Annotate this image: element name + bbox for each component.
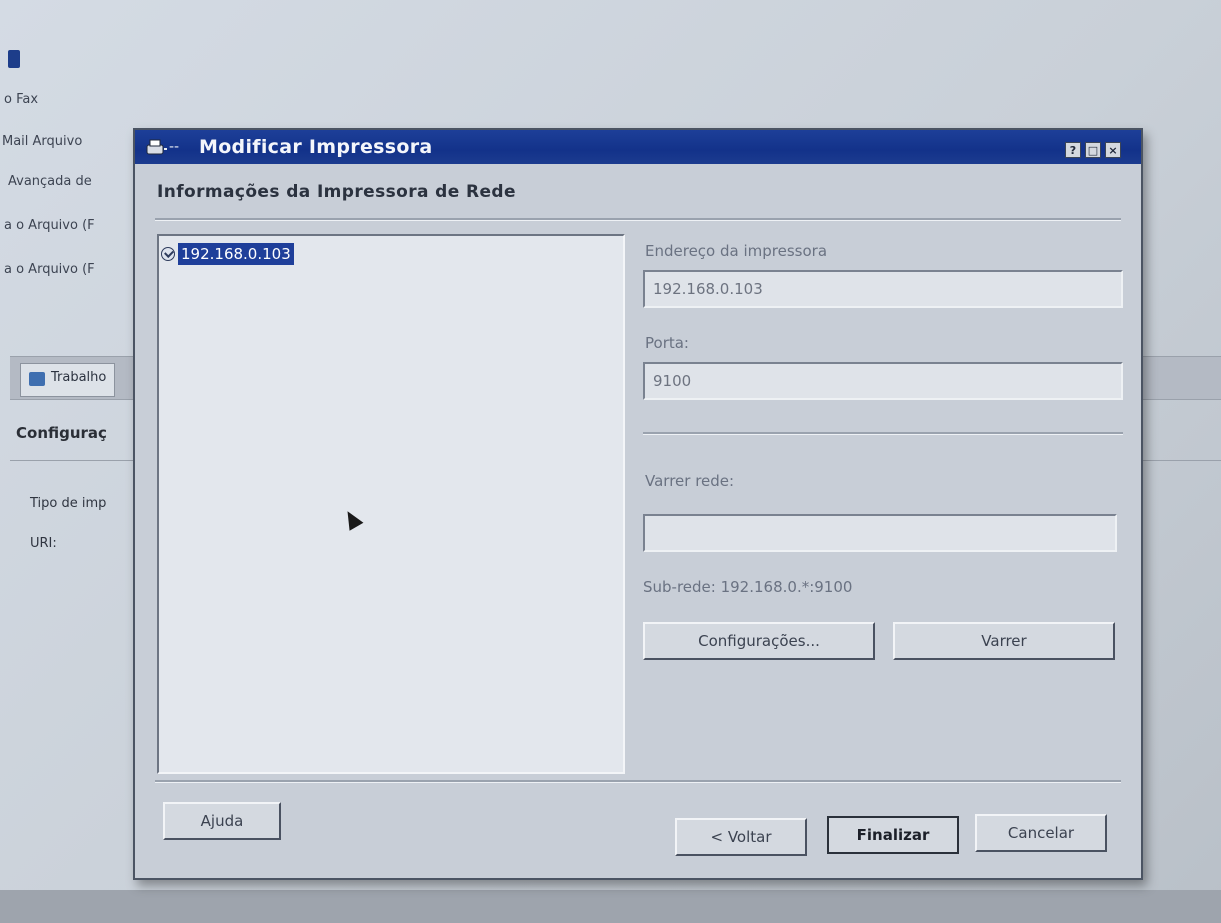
back-button[interactable]: < Voltar xyxy=(675,818,807,856)
help-title-button[interactable]: ? xyxy=(1065,142,1081,158)
background-section-title: Configuraç xyxy=(16,424,107,442)
port-field[interactable] xyxy=(643,362,1123,400)
finish-button[interactable]: Finalizar xyxy=(827,816,959,854)
network-printer-icon xyxy=(161,247,175,261)
port-label: Porta: xyxy=(645,334,689,352)
title-separator-icon: -- xyxy=(169,139,180,155)
background-list-item[interactable]: Avançada de xyxy=(8,174,92,189)
page-title: Informações da Impressora de Rede xyxy=(157,182,516,202)
background-list-item[interactable]: a o Arquivo (F xyxy=(4,262,95,277)
scan-divider xyxy=(643,432,1123,435)
scan-progress xyxy=(643,514,1117,552)
subnet-text: Sub-rede: 192.168.0.*:9100 xyxy=(643,578,853,596)
background-bottom-panel xyxy=(0,890,1221,923)
dialog-title: Modificar Impressora xyxy=(199,136,433,158)
address-label: Endereço da impressora xyxy=(645,242,828,260)
dialog-titlebar[interactable]: -- Modificar Impressora ? □ × xyxy=(135,130,1141,164)
address-field[interactable] xyxy=(643,270,1123,308)
list-item[interactable]: 192.168.0.103 xyxy=(161,242,294,266)
background-list-item[interactable]: Mail Arquivo xyxy=(2,134,82,149)
modify-printer-dialog: -- Modificar Impressora ? □ × Informaçõe… xyxy=(133,128,1143,880)
app-icon xyxy=(8,50,20,68)
background-field-label: Tipo de imp xyxy=(30,496,107,511)
list-item-label: 192.168.0.103 xyxy=(178,243,294,265)
background-list-item[interactable]: a o Arquivo (F xyxy=(4,218,95,233)
background-list-item[interactable]: o Fax xyxy=(4,92,38,107)
scan-button[interactable]: Varrer xyxy=(893,622,1115,660)
header-divider xyxy=(155,218,1121,221)
close-button[interactable]: × xyxy=(1105,142,1121,158)
printer-list[interactable]: 192.168.0.103 xyxy=(157,234,625,774)
settings-button[interactable]: Configurações... xyxy=(643,622,875,660)
tab-jobs[interactable]: Trabalho xyxy=(20,363,116,397)
printer-wizard-icon xyxy=(146,139,167,155)
cancel-button[interactable]: Cancelar xyxy=(975,814,1107,852)
tab-jobs-label: Trabalho xyxy=(51,370,107,385)
printer-jobs-icon xyxy=(29,372,45,386)
scan-label: Varrer rede: xyxy=(645,472,735,490)
background-field-label: URI: xyxy=(30,536,57,551)
help-button[interactable]: Ajuda xyxy=(163,802,281,840)
footer-divider xyxy=(155,780,1121,783)
maximize-button[interactable]: □ xyxy=(1085,142,1101,158)
